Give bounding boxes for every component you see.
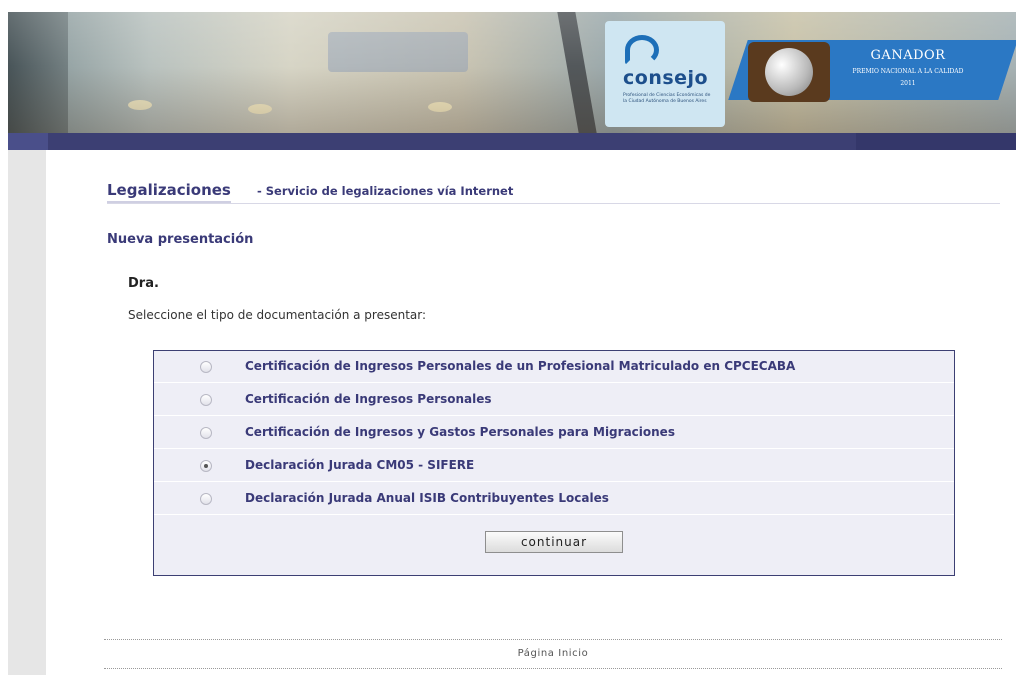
option-label[interactable]: Certificación de Ingresos y Gastos Perso… — [245, 425, 675, 439]
award-title: GANADOR — [870, 48, 946, 63]
page-gutter — [0, 0, 8, 675]
radio-button[interactable] — [200, 361, 212, 373]
footer-divider-top — [104, 639, 1002, 640]
continue-button[interactable]: continuar — [485, 531, 623, 553]
instruction-text: Seleccione el tipo de documentación a pr… — [128, 308, 427, 322]
top-border — [8, 0, 1016, 12]
award-year: 2011 — [900, 80, 916, 87]
option-label[interactable]: Certificación de Ingresos Personales — [245, 392, 492, 406]
consejo-logo-text: consejo — [623, 67, 709, 89]
radio-button-selected[interactable] — [200, 460, 212, 472]
option-label[interactable]: Declaración Jurada Anual ISIB Contribuye… — [245, 491, 609, 505]
nav-bar-left-segment — [8, 133, 48, 150]
nav-bar — [8, 133, 1016, 150]
option-label[interactable]: Certificación de Ingresos Personales de … — [245, 359, 795, 373]
option-row[interactable]: Declaración Jurada Anual ISIB Contribuye… — [154, 483, 954, 515]
nav-bar-right-segment — [856, 133, 1016, 150]
footer-divider-bottom — [104, 668, 1002, 669]
subsection-title: Nueva presentación — [107, 232, 254, 247]
section-header: Legalizaciones - Servicio de legalizacio… — [107, 181, 1000, 204]
consejo-logo[interactable]: consejo Profesional de Ciencias Económic… — [605, 21, 725, 127]
section-subtitle: - Servicio de legalizaciones vía Interne… — [257, 184, 514, 198]
option-row[interactable]: Certificación de Ingresos y Gastos Perso… — [154, 417, 954, 449]
award-subtitle: PREMIO NACIONAL A LA CALIDAD — [852, 68, 964, 75]
home-link[interactable]: Página Inicio — [104, 648, 1002, 659]
header-banner: consejo Profesional de Ciencias Económic… — [8, 12, 1016, 133]
option-row[interactable]: Declaración Jurada CM05 - SIFERE — [154, 450, 954, 482]
consejo-logo-mark-icon — [625, 35, 659, 65]
radio-button[interactable] — [200, 493, 212, 505]
option-row[interactable]: Certificación de Ingresos Personales de … — [154, 351, 954, 383]
document-type-form: Certificación de Ingresos Personales de … — [153, 350, 955, 576]
consejo-logo-subtext: Profesional de Ciencias Económicas de la… — [623, 93, 711, 104]
option-label[interactable]: Declaración Jurada CM05 - SIFERE — [245, 458, 474, 472]
radio-button[interactable] — [200, 427, 212, 439]
award-medal-icon — [765, 48, 813, 96]
section-title: Legalizaciones — [107, 181, 231, 203]
doctor-name: Dra. — [128, 276, 159, 291]
left-sidebar-strip — [8, 150, 46, 675]
option-row[interactable]: Certificación de Ingresos Personales — [154, 384, 954, 416]
radio-button[interactable] — [200, 394, 212, 406]
